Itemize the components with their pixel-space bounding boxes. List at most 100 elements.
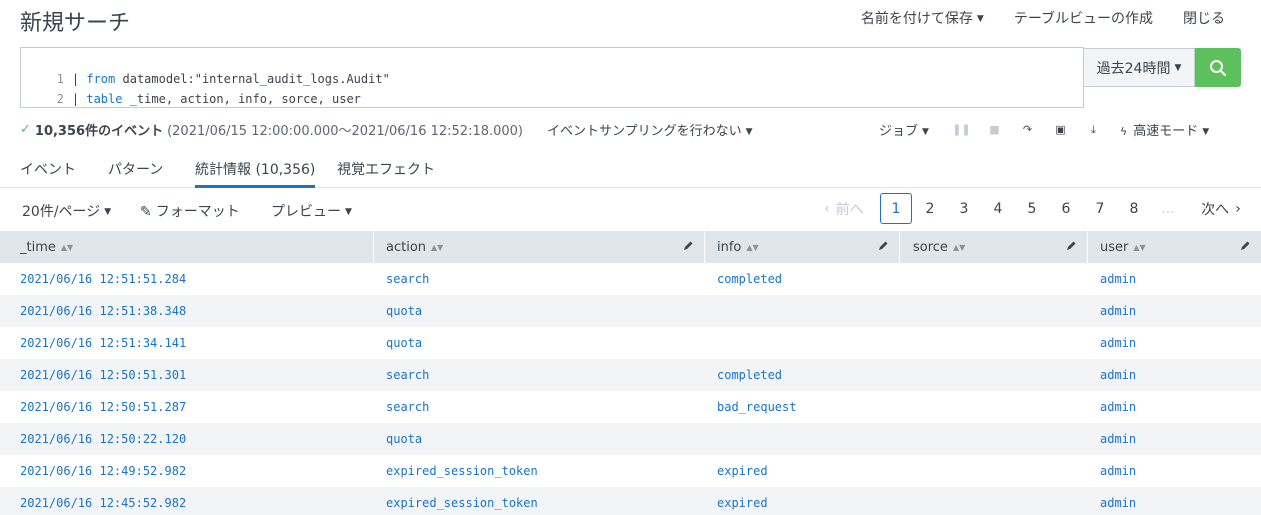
cell-action[interactable]: quota — [386, 327, 422, 359]
lightning-icon: ϟ — [1119, 125, 1128, 138]
create-table-view-button[interactable]: テーブルビューの作成 — [1014, 8, 1153, 28]
cell-time[interactable]: 2021/06/16 12:45:52.982 — [20, 487, 186, 515]
prev-page-button[interactable]: ‹ 前へ — [820, 193, 868, 224]
cell-user[interactable]: admin — [1100, 359, 1136, 391]
per-page-label: 20件/ページ — [22, 204, 101, 220]
cell-action[interactable]: search — [386, 391, 429, 423]
cell-info[interactable]: completed — [717, 359, 782, 391]
results-toolbar: 20件/ページ ▼ ✎ フォーマット プレビュー ▼ ‹ 前へ 1 2 3 4 5 6 … — [0, 188, 1261, 232]
pause-icon[interactable]: ❚❚ — [945, 123, 978, 136]
cell-time[interactable]: 2021/06/16 12:50:22.120 — [20, 423, 186, 455]
pencil-icon[interactable] — [682, 240, 694, 252]
cell-time[interactable]: 2021/06/16 12:50:51.287 — [20, 391, 186, 423]
table-header: _time ▲▼ action ▲▼ info ▲▼ sorce ▲▼ user ▲▼ — [0, 231, 1261, 263]
cell-action[interactable]: quota — [386, 423, 422, 455]
cell-time[interactable]: 2021/06/16 12:51:51.284 — [20, 263, 186, 295]
format-button[interactable]: ✎ フォーマット — [140, 201, 240, 221]
page-3[interactable]: 3 — [948, 193, 980, 224]
time-range-picker[interactable]: 過去24時間 ▼ — [1083, 48, 1195, 87]
job-dropdown[interactable]: ジョブ ▼ — [879, 120, 929, 139]
page-4[interactable]: 4 — [982, 193, 1014, 224]
cell-user[interactable]: admin — [1100, 391, 1136, 423]
table-row: 2021/06/16 12:50:22.120 quota admin — [0, 423, 1261, 455]
cell-info[interactable]: expired — [717, 487, 768, 515]
page-8[interactable]: 8 — [1118, 193, 1150, 224]
cell-user[interactable]: admin — [1100, 327, 1136, 359]
close-button[interactable]: 閉じる — [1183, 8, 1225, 28]
column-header-time[interactable]: _time ▲▼ — [0, 231, 374, 263]
search-line-1[interactable]: 1 | from datamodel:"internal_audit_logs.A… — [21, 58, 390, 86]
format-label: フォーマット — [155, 204, 240, 220]
share-icon[interactable]: ↷ — [1011, 123, 1044, 136]
cell-user[interactable]: admin — [1100, 487, 1136, 515]
column-header-sorce[interactable]: sorce ▲▼ — [900, 231, 1088, 263]
save-as-label: 名前を付けて保存 — [860, 11, 973, 27]
cell-info[interactable]: expired — [717, 455, 768, 487]
tab-patterns[interactable]: パターン — [108, 159, 163, 188]
cell-user[interactable]: admin — [1100, 263, 1136, 295]
cell-action[interactable]: search — [386, 263, 429, 295]
per-page-dropdown[interactable]: 20件/ページ ▼ — [22, 201, 111, 221]
table-row: 2021/06/16 12:45:52.982 expired_session_t… — [0, 487, 1261, 515]
print-icon[interactable]: ▣ — [1044, 123, 1077, 136]
top-bar: 新規サーチ 名前を付けて保存 ▼ テーブルビューの作成 閉じる — [0, 0, 1261, 40]
page-title: 新規サーチ — [20, 11, 131, 36]
preview-label: プレビュー — [271, 204, 341, 220]
cell-user[interactable]: admin — [1100, 295, 1136, 327]
export-icon[interactable]: ⤓ — [1077, 123, 1110, 137]
cell-user[interactable]: admin — [1100, 455, 1136, 487]
pencil-icon[interactable] — [1065, 240, 1077, 252]
cell-time[interactable]: 2021/06/16 12:50:51.301 — [20, 359, 186, 391]
cell-action[interactable]: expired_session_token — [386, 455, 538, 487]
column-header-action[interactable]: action ▲▼ — [374, 231, 705, 263]
top-actions: 名前を付けて保存 ▼ テーブルビューの作成 閉じる — [861, 8, 1225, 28]
table-row: 2021/06/16 12:51:51.284 search completed ad… — [0, 263, 1261, 295]
preview-dropdown[interactable]: プレビュー ▼ — [271, 201, 352, 221]
table-row: 2021/06/16 12:51:34.141 quota admin — [0, 327, 1261, 359]
search-mode-dropdown[interactable]: ϟ 高速モード ▼ — [1120, 120, 1209, 139]
search-button[interactable] — [1195, 48, 1241, 87]
page-1[interactable]: 1 — [880, 193, 912, 224]
caret-down-icon: ▼ — [104, 207, 112, 217]
column-header-info[interactable]: info ▲▼ — [705, 231, 900, 263]
column-label: _time — [20, 239, 56, 255]
time-range-label: 過去24時間 — [1096, 60, 1171, 77]
tab-events[interactable]: イベント — [20, 159, 76, 188]
table-row: 2021/06/16 12:51:38.348 quota admin — [0, 295, 1261, 327]
cell-action[interactable]: search — [386, 359, 429, 391]
cell-action[interactable]: quota — [386, 295, 422, 327]
next-page-button[interactable]: 次へ › — [1196, 193, 1246, 224]
search-keyword: table — [86, 92, 123, 106]
job-tools: ジョブ ▼ ❚❚ ■ ↷ ▣ ⤓ ϟ 高速モード ▼ — [879, 120, 1209, 140]
tab-visualization[interactable]: 視覚エフェクト — [337, 159, 435, 188]
stop-icon[interactable]: ■ — [978, 123, 1011, 136]
tab-bar: イベント パターン 統計情報 (10,356) 視覚エフェクト — [0, 150, 1261, 188]
page-2[interactable]: 2 — [914, 193, 946, 224]
cell-time[interactable]: 2021/06/16 12:51:38.348 — [20, 295, 186, 327]
sampling-dropdown[interactable]: イベントサンプリングを行わない ▼ — [547, 120, 753, 139]
cell-info[interactable]: completed — [717, 263, 782, 295]
cell-time[interactable]: 2021/06/16 12:51:34.141 — [20, 327, 186, 359]
page-ellipsis: ... — [1161, 200, 1175, 217]
caret-down-icon: ▼ — [1174, 62, 1182, 73]
caret-down-icon: ▼ — [1202, 126, 1210, 137]
line-number: 2 — [56, 92, 64, 106]
page-7[interactable]: 7 — [1084, 193, 1116, 224]
tab-statistics[interactable]: 統計情報 (10,356) — [195, 159, 316, 188]
search-line-2[interactable]: 2 | table _time, action, info, sorce, use… — [21, 78, 361, 106]
column-header-user[interactable]: user ▲▼ — [1088, 231, 1261, 263]
cell-time[interactable]: 2021/06/16 12:49:52.982 — [20, 455, 186, 487]
save-as-button[interactable]: 名前を付けて保存 ▼ — [861, 8, 984, 28]
pencil-icon[interactable] — [877, 240, 889, 252]
cell-action[interactable]: expired_session_token — [386, 487, 538, 515]
chevron-left-icon: ‹ — [824, 200, 830, 217]
sort-icon: ▲▼ — [431, 242, 444, 252]
cell-user[interactable]: admin — [1100, 423, 1136, 455]
caret-down-icon: ▼ — [345, 207, 352, 217]
page-6[interactable]: 6 — [1050, 193, 1082, 224]
page-5[interactable]: 5 — [1016, 193, 1048, 224]
pencil-icon[interactable] — [1239, 240, 1251, 252]
chevron-right-icon: › — [1235, 200, 1241, 217]
search-editor[interactable]: 1 | from datamodel:"internal_audit_logs.A… — [20, 47, 1084, 108]
cell-info[interactable]: bad_request — [717, 391, 796, 423]
